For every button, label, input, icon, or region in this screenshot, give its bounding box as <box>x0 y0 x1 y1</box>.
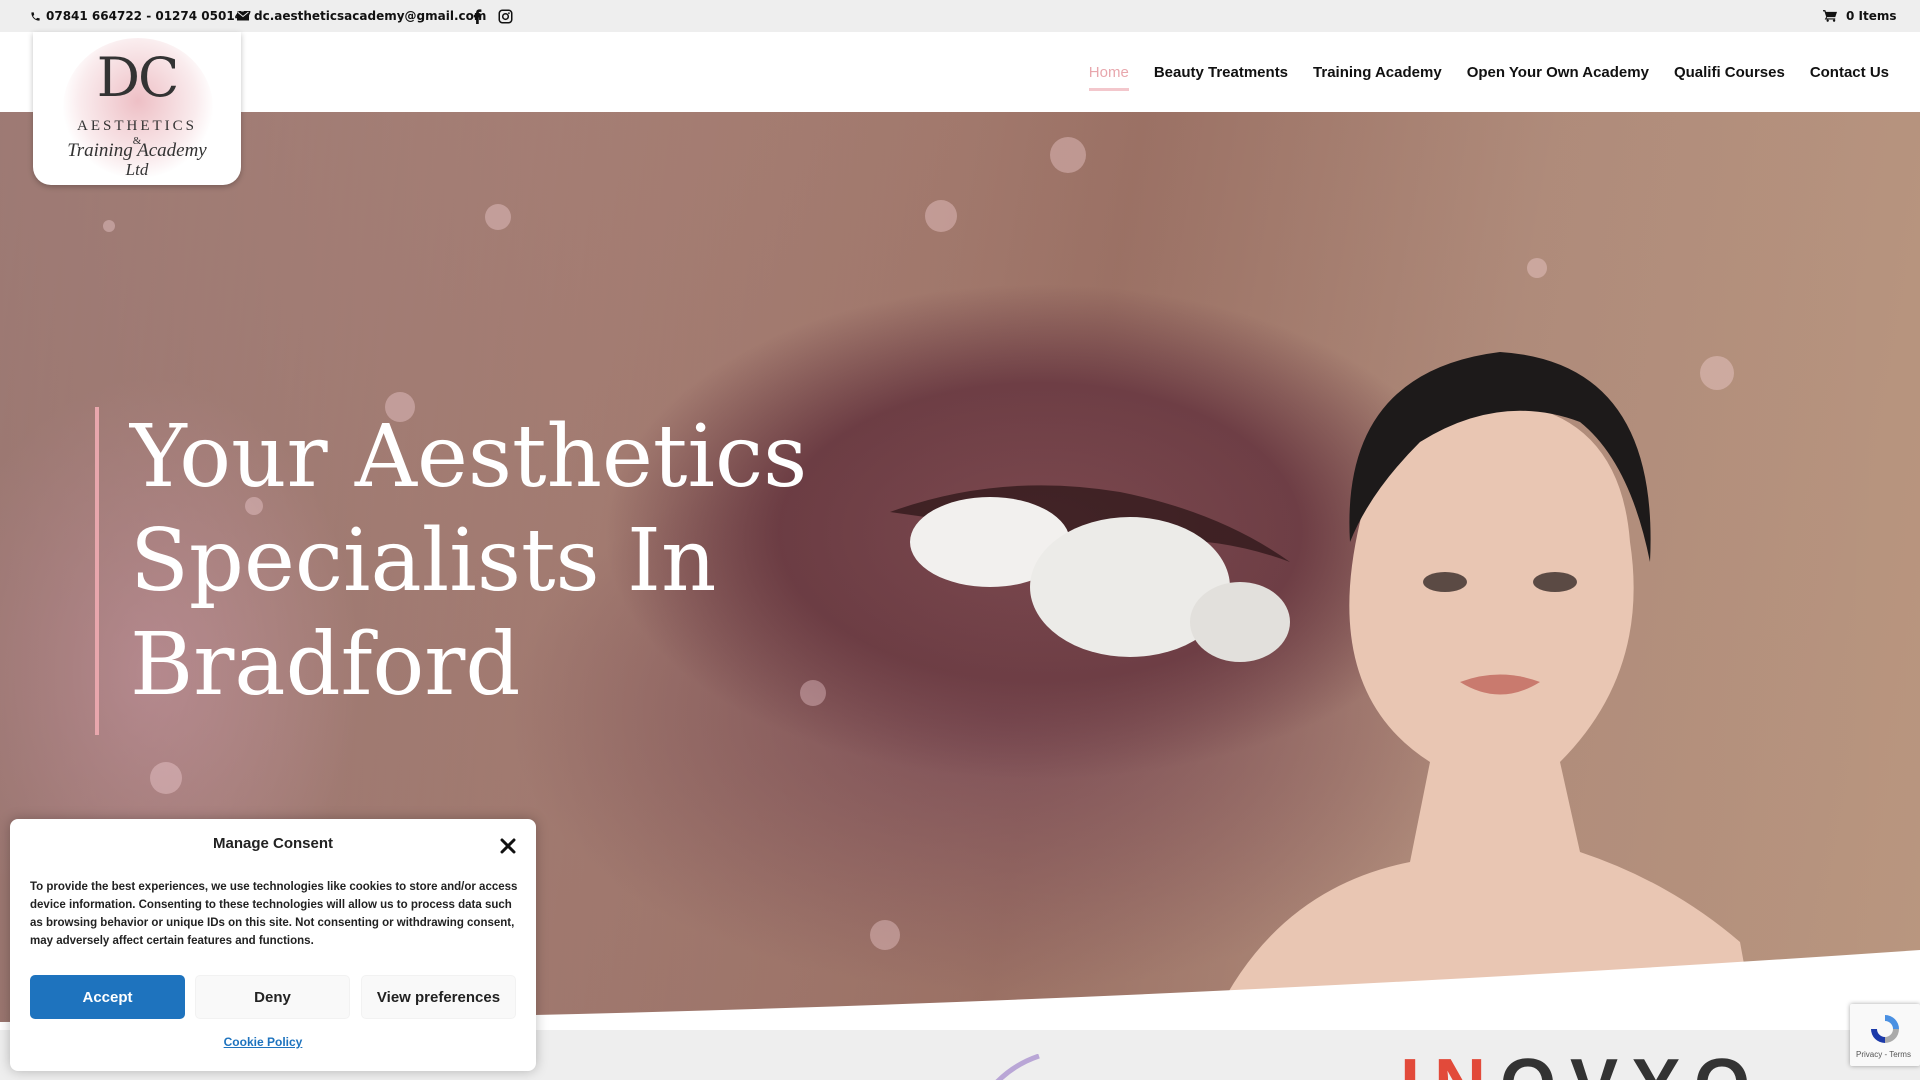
phone-numbers: 07841 664722 - 01274 050147 <box>46 9 252 23</box>
bokeh-dot <box>485 204 511 230</box>
nav-open-your-own-academy[interactable]: Open Your Own Academy <box>1467 64 1649 81</box>
bokeh-dot <box>1050 137 1086 173</box>
cookie-policy-link[interactable]: Cookie Policy <box>10 1035 516 1049</box>
nav-beauty-treatments[interactable]: Beauty Treatments <box>1154 64 1288 81</box>
recaptcha-icon <box>1871 1015 1899 1043</box>
facebook-link[interactable] <box>473 0 482 32</box>
mail-icon <box>237 11 249 21</box>
facebook-icon <box>473 8 482 24</box>
hero-title-line-3: Bradford <box>130 615 521 715</box>
phone-icon <box>31 11 40 21</box>
phone-contact[interactable]: 07841 664722 - 01274 050147 <box>30 0 251 32</box>
close-icon[interactable] <box>498 836 518 856</box>
nav-contact-us[interactable]: Contact Us <box>1810 64 1889 81</box>
top-bar: 07841 664722 - 01274 050147 dc.aesthetic… <box>0 0 1920 32</box>
instagram-link[interactable] <box>498 0 513 32</box>
logo-monogram: DC <box>96 46 180 109</box>
consent-message: To provide the best experiences, we use … <box>30 881 518 947</box>
cart-link[interactable]: 0 Items <box>1823 0 1897 32</box>
bokeh-dot <box>103 220 115 232</box>
accept-button[interactable]: Accept <box>30 975 185 1019</box>
bokeh-dot <box>1700 356 1734 390</box>
email-contact[interactable]: dc.aestheticsacademy@gmail.com <box>237 0 486 32</box>
logo-training-academy: Training Academy <box>67 140 207 161</box>
nav-training-academy[interactable]: Training Academy <box>1313 64 1442 81</box>
hero-model-image <box>1209 352 1756 1030</box>
cookie-consent-dialog: Manage Consent To provide the best exper… <box>10 819 536 1071</box>
hero-title: Your Aesthetics Specialists In Bradford <box>130 405 950 717</box>
recaptcha-badge[interactable]: Privacy - Terms <box>1850 1004 1920 1066</box>
consent-title: Manage Consent <box>212 835 333 852</box>
main-nav: Home Beauty Treatments Training Academy … <box>1088 32 1889 112</box>
logo-ltd: Ltd <box>125 160 149 179</box>
email-address: dc.aestheticsacademy@gmail.com <box>254 9 487 23</box>
hero-title-accent-bar <box>95 407 99 735</box>
nav-home[interactable]: Home <box>1088 64 1129 91</box>
partner-logo-swoosh <box>995 1054 1040 1080</box>
cart-count: 0 Items <box>1846 9 1897 23</box>
bokeh-dot <box>870 920 900 950</box>
view-preferences-button[interactable]: View preferences <box>361 975 516 1019</box>
deny-button[interactable]: Deny <box>195 975 350 1019</box>
recaptcha-links[interactable]: Privacy - Terms <box>1856 1050 1911 1059</box>
logo-aesthetics: AESTHETICS <box>77 118 197 134</box>
partner-logo: INOVYO <box>1400 1044 1764 1080</box>
site-logo[interactable]: DC AESTHETICS & Training Academy Ltd <box>33 32 241 185</box>
bokeh-dot <box>925 200 957 232</box>
hero-title-line-2: Specialists In <box>130 511 717 611</box>
bokeh-dot <box>150 762 182 794</box>
bokeh-dot <box>1527 258 1547 278</box>
instagram-icon <box>498 9 513 23</box>
hero-title-line-1: Your Aesthetics <box>130 407 808 507</box>
cart-icon <box>1823 10 1837 22</box>
nav-qualifi-courses[interactable]: Qualifi Courses <box>1674 64 1785 81</box>
